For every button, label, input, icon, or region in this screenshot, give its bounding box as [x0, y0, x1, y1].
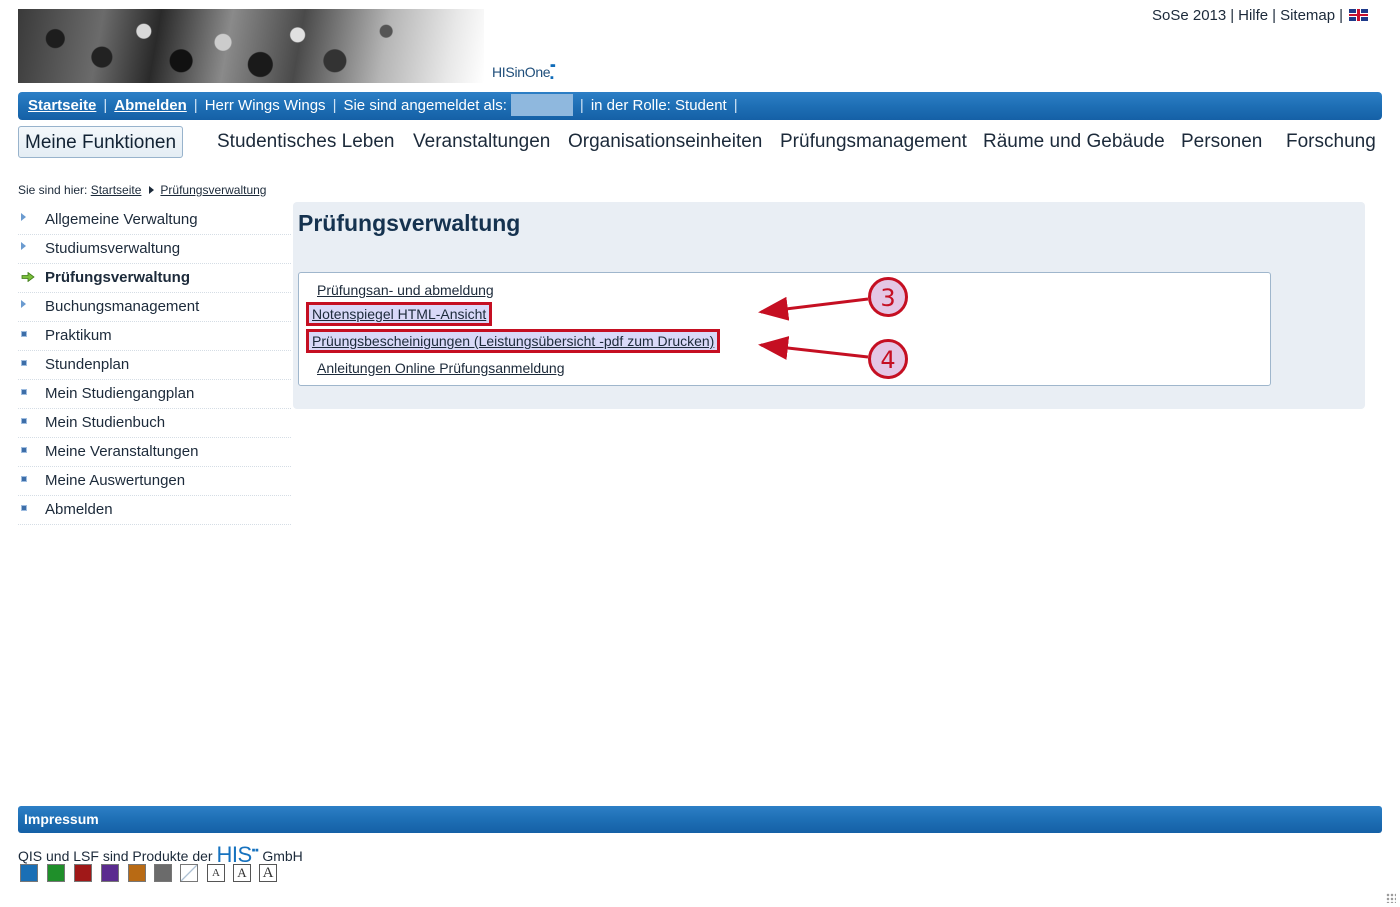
sidebar-item-mein-studiengangplan[interactable]: Mein Studiengangplan	[18, 380, 291, 409]
square-icon	[21, 418, 27, 424]
role-label: in der Rolle: Student	[590, 97, 727, 114]
green-arrow-icon	[21, 272, 35, 282]
sitemap-link[interactable]: Sitemap	[1280, 7, 1335, 24]
content-panel: Prüfungsverwaltung Prüfungsan- und abmel…	[293, 202, 1365, 409]
theme-swatch-purple[interactable]	[101, 864, 119, 882]
link-anleitungen-online[interactable]: Anleitungen Online Prüfungsanmeldung	[317, 360, 565, 376]
sidebar-item-pruefungsverwaltung[interactable]: Prüfungsverwaltung	[18, 264, 291, 293]
link-list: Prüfungsan- und abmeldung Notenspiegel H…	[298, 272, 1271, 386]
semester-link[interactable]: SoSe 2013	[1152, 7, 1226, 24]
tab-raeume-und-gebaeude[interactable]: Räume und Gebäude	[983, 126, 1165, 158]
link-pruefungsan-und-abmeldung[interactable]: Prüfungsan- und abmeldung	[317, 282, 494, 298]
link-pruefungsbescheinigungen-pdf[interactable]: Prüungsbescheinigungen (Leistungsübersic…	[305, 329, 721, 353]
triangle-icon	[21, 213, 26, 221]
tab-organisationseinheiten[interactable]: Organisationseinheiten	[568, 126, 762, 158]
hisinone-logo: HISinOne ▪▪ ▪	[492, 60, 556, 84]
font-size-medium-button[interactable]: A	[233, 864, 251, 882]
theme-swatch-red[interactable]	[74, 864, 92, 882]
link-notenspiegel-html[interactable]: Notenspiegel HTML-Ansicht	[305, 302, 493, 326]
sidebar-item-buchungsmanagement[interactable]: Buchungsmanagement	[18, 293, 291, 322]
breadcrumb-arrow-icon	[149, 186, 155, 194]
theme-swatch-gray[interactable]	[154, 864, 172, 882]
font-size-small-button[interactable]: A	[207, 864, 225, 882]
sidebar-item-allgemeine-verwaltung[interactable]: Allgemeine Verwaltung	[18, 206, 291, 235]
sidebar-item-meine-auswertungen[interactable]: Meine Auswertungen	[18, 467, 291, 496]
square-icon	[21, 476, 27, 482]
user-bar: Startseite | Abmelden | Herr Wings Wings | Sie…	[18, 92, 1382, 120]
breadcrumb-startseite[interactable]: Startseite	[91, 183, 142, 197]
page-title: Prüfungsverwaltung	[298, 210, 521, 236]
tab-personen[interactable]: Personen	[1181, 126, 1262, 158]
tab-meine-funktionen[interactable]: Meine Funktionen	[18, 126, 184, 158]
font-size-large-button[interactable]: A	[259, 864, 277, 882]
breadcrumb-prefix: Sie sind hier:	[18, 183, 88, 197]
sidebar-item-praktikum[interactable]: Praktikum	[18, 322, 291, 351]
sidebar-item-meine-veranstaltungen[interactable]: Meine Veranstaltungen	[18, 438, 291, 467]
triangle-icon	[21, 300, 26, 308]
logout-link[interactable]: Abmelden	[114, 97, 187, 114]
user-name: Herr Wings Wings	[204, 97, 326, 114]
breadcrumb: Sie sind hier: Startseite Prüfungsverwalt…	[18, 183, 266, 197]
tab-studentisches-leben[interactable]: Studentisches Leben	[217, 126, 394, 158]
tab-pruefungsmanagement[interactable]: Prüfungsmanagement	[780, 126, 967, 158]
tab-forschung[interactable]: Forschung	[1286, 126, 1376, 158]
help-link[interactable]: Hilfe	[1238, 7, 1268, 24]
top-links: SoSe 2013 | Hilfe | Sitemap |	[1152, 7, 1368, 24]
sidebar-item-stundenplan[interactable]: Stundenplan	[18, 351, 291, 380]
sidebar-item-mein-studienbuch[interactable]: Mein Studienbuch	[18, 409, 291, 438]
uk-flag-icon[interactable]	[1349, 9, 1368, 21]
logged-in-label: Sie sind angemeldet als:	[343, 97, 507, 114]
theme-swatch-blue[interactable]	[20, 864, 38, 882]
sidebar-item-studiumsverwaltung[interactable]: Studiumsverwaltung	[18, 235, 291, 264]
sidebar-item-abmelden[interactable]: Abmelden	[18, 496, 291, 525]
square-icon	[21, 360, 27, 366]
impressum-link[interactable]: Impressum	[24, 811, 99, 827]
resize-grip-icon[interactable]	[1386, 893, 1396, 903]
square-icon	[21, 447, 27, 453]
theme-swatch-plain[interactable]	[180, 864, 198, 882]
masked-username	[510, 94, 573, 116]
header-banner-image	[18, 9, 484, 83]
tab-veranstaltungen[interactable]: Veranstaltungen	[413, 126, 550, 158]
theme-swatch-orange[interactable]	[128, 864, 146, 882]
square-icon	[21, 331, 27, 337]
theme-swatch-green[interactable]	[47, 864, 65, 882]
sidebar: Allgemeine Verwaltung Studiumsverwaltung…	[18, 206, 291, 525]
square-icon	[21, 505, 27, 511]
footer-bar: Impressum	[18, 806, 1382, 833]
square-icon	[21, 389, 27, 395]
home-link[interactable]: Startseite	[28, 97, 96, 114]
triangle-icon	[21, 242, 26, 250]
breadcrumb-pruefungsverwaltung[interactable]: Prüfungsverwaltung	[160, 183, 266, 197]
